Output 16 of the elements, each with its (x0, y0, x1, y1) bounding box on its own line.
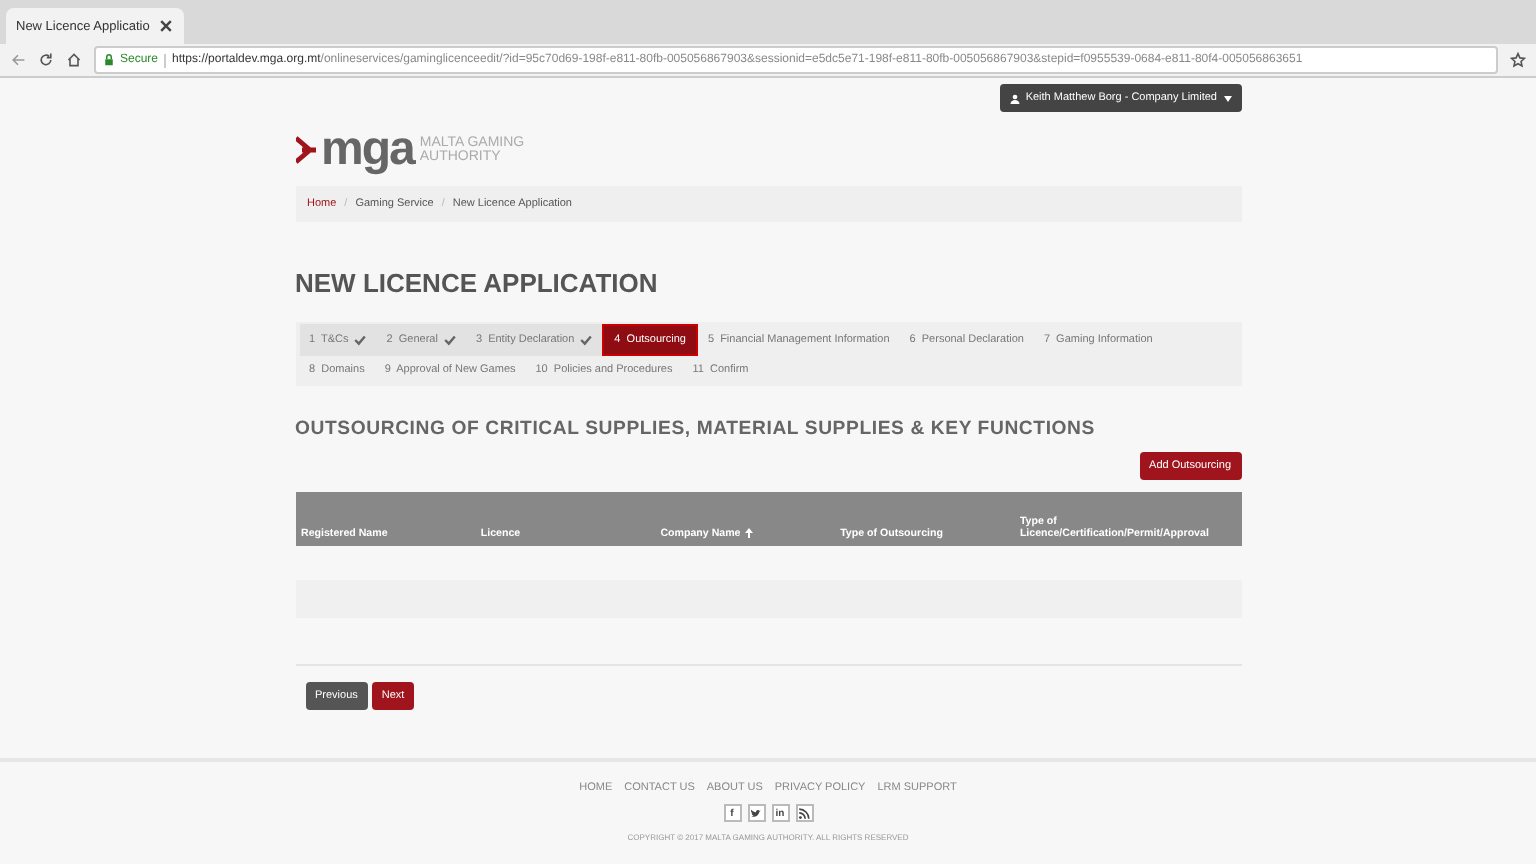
star-icon[interactable] (1510, 52, 1526, 68)
rss-icon (798, 807, 810, 819)
reload-icon[interactable] (38, 52, 54, 68)
back-arrow-icon[interactable] (10, 52, 26, 68)
social-button[interactable] (747, 804, 765, 822)
section-title: OUTSOURCING OF CRITICAL SUPPLIES, MATERIAL SUPPLIES & KEY FUNCTIONS (295, 418, 1097, 440)
close-icon[interactable] (157, 18, 174, 34)
home-icon[interactable] (66, 52, 82, 68)
user-icon (1009, 93, 1020, 103)
logo-wordmark: mga (321, 125, 414, 173)
bird-icon (750, 807, 762, 819)
social-button[interactable] (795, 804, 813, 822)
page-title: NEW LICENCE APPLICATION (295, 268, 660, 298)
caret-icon (1223, 95, 1231, 101)
cross-logo-icon (295, 131, 315, 167)
lock-icon (104, 54, 114, 66)
